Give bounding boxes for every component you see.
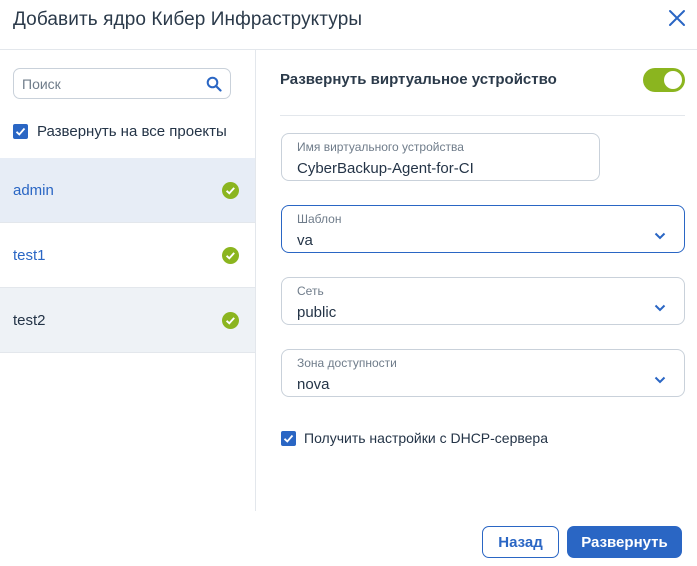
checkbox-checked-icon[interactable]	[13, 123, 28, 139]
toggle-knob	[664, 71, 682, 89]
deploy-button[interactable]: Развернуть	[567, 526, 682, 558]
search-input[interactable]	[22, 74, 202, 94]
dialog-footer: Назад Развернуть	[0, 510, 697, 566]
project-item-test2[interactable]: test2	[0, 288, 255, 353]
project-item-test1[interactable]: test1	[0, 223, 255, 288]
availability-zone-select[interactable]: Зона доступности nova	[281, 349, 685, 397]
search-icon[interactable]	[206, 76, 222, 92]
settings-panel: Развернуть виртуальное устройство Имя ви…	[257, 50, 697, 511]
add-core-dialog: Добавить ядро Кибер Инфраструктуры Поиск…	[0, 0, 697, 566]
deploy-vm-toggle[interactable]	[643, 68, 685, 92]
deploy-vm-label: Развернуть виртуальное устройство	[280, 71, 557, 88]
divider	[280, 115, 685, 116]
project-item-admin[interactable]: admin	[0, 158, 255, 223]
check-circle-icon	[222, 182, 239, 199]
network-value: public	[297, 304, 337, 321]
chevron-down-icon	[654, 299, 666, 312]
chevron-down-icon	[654, 371, 666, 384]
template-value: va	[297, 232, 313, 249]
check-circle-icon	[222, 247, 239, 264]
chevron-down-icon	[654, 227, 666, 240]
network-label: Сеть	[297, 284, 324, 298]
close-icon[interactable]	[664, 5, 690, 31]
check-circle-icon	[222, 312, 239, 329]
availability-zone-value: nova	[297, 376, 330, 393]
projects-panel: Развернуть на все проекты admin test1 te	[0, 50, 256, 511]
dialog-title: Добавить ядро Кибер Инфраструктуры	[13, 9, 363, 30]
vm-name-field[interactable]: Имя виртуального устройства CyberBackup-…	[281, 133, 600, 181]
deploy-all-projects-checkbox[interactable]: Развернуть на все проекты	[13, 122, 227, 140]
template-label: Шаблон	[297, 212, 342, 226]
dhcp-label: Получить настройки с DHCP-сервера	[304, 430, 549, 446]
dhcp-checkbox[interactable]: Получить настройки с DHCP-сервера	[281, 430, 548, 446]
project-name: test1	[13, 246, 46, 264]
vm-name-value: CyberBackup-Agent-for-CI	[297, 160, 474, 177]
checkbox-checked-icon[interactable]	[281, 430, 296, 446]
back-button[interactable]: Назад	[482, 526, 559, 558]
search-box	[13, 68, 231, 99]
deploy-all-projects-label: Развернуть на все проекты	[37, 122, 227, 140]
dialog-body: Развернуть на все проекты admin test1 te	[0, 49, 697, 511]
project-name: test2	[13, 311, 46, 329]
network-select[interactable]: Сеть public	[281, 277, 685, 325]
project-name: admin	[13, 181, 54, 199]
vm-name-label: Имя виртуального устройства	[297, 140, 464, 154]
project-list: admin test1 test2	[0, 158, 255, 353]
availability-zone-label: Зона доступности	[297, 356, 397, 370]
template-select[interactable]: Шаблон va	[281, 205, 685, 253]
